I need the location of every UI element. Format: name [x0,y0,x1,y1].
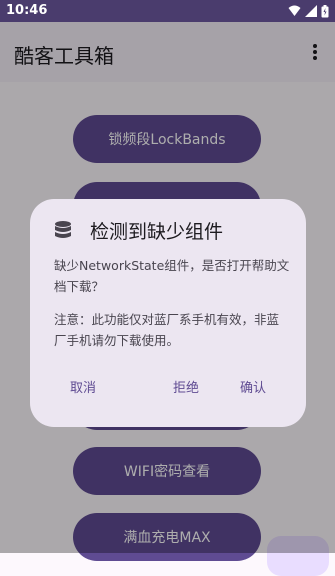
reject-button[interactable]: 拒绝 [173,377,199,396]
wifi-icon [288,5,301,16]
confirm-button[interactable]: 确认 [240,377,266,396]
dialog-note: 注意：此功能仅对蓝厂系手机有效，非蓝厂手机请勿下载使用。 [54,312,280,348]
status-time: 10:46 [6,3,48,18]
database-icon [55,221,71,238]
status-bar: 10:46 [0,0,335,22]
cancel-button[interactable]: 取消 [70,377,96,396]
battery-icon [321,4,329,17]
dialog-title: 检测到缺少组件 [90,221,224,243]
status-icons [288,4,329,18]
signal-icon [305,5,317,17]
dialog-message: 缺少NetworkState组件，是否打开帮助文档下载？ [54,258,290,294]
missing-component-dialog: 检测到缺少组件 缺少NetworkState组件，是否打开帮助文档下载？ 注意：… [30,199,306,427]
